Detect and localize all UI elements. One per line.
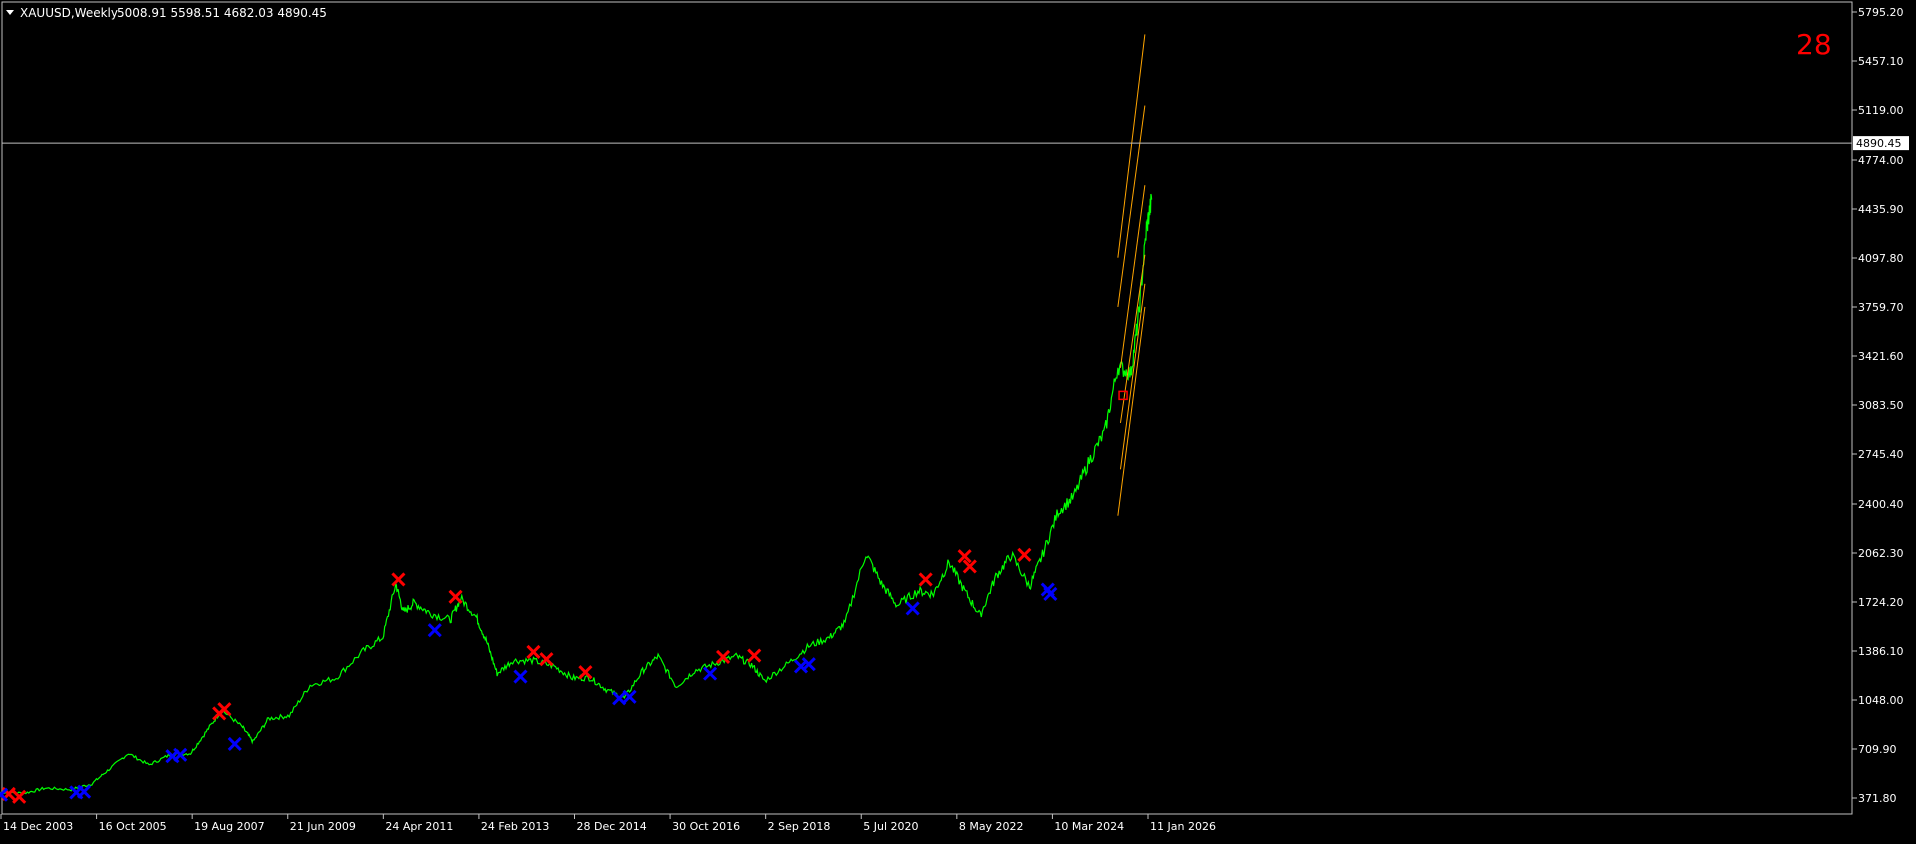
y-tick-label-3: 4774.00 <box>1858 154 1904 167</box>
y-tick-label-10: 2400.40 <box>1858 498 1904 511</box>
x-tick-label-4: 24 Apr 2011 <box>385 820 453 833</box>
y-tick-label-9: 2745.40 <box>1858 448 1904 461</box>
current-price-label: 4890.45 <box>1856 137 1902 150</box>
x-tick-label-7: 30 Oct 2016 <box>672 820 740 833</box>
x-tick-label-10: 8 May 2022 <box>959 820 1024 833</box>
y-tick-label-5: 4097.80 <box>1858 252 1904 265</box>
chart-background <box>0 0 1916 840</box>
y-tick-label-1: 5457.10 <box>1858 55 1904 68</box>
chart-area[interactable]: 5795.20 5457.10 5119.00 4774.00 4435.90 4097.… <box>0 0 1916 840</box>
ohlc-values: 5008.91 5598.51 4682.03 4890.45 <box>117 6 327 20</box>
x-tick-label-5: 24 Feb 2013 <box>481 820 549 833</box>
y-tick-label-15: 709.90 <box>1858 743 1897 756</box>
price-chart[interactable]: 5795.20 5457.10 5119.00 4774.00 4435.90 4097.… <box>0 0 1916 840</box>
counter-label: 28 <box>1796 28 1832 61</box>
x-tick-label-8: 2 Sep 2018 <box>768 820 831 833</box>
y-tick-label-7: 3421.60 <box>1858 350 1904 363</box>
y-tick-label-0: 5795.20 <box>1858 6 1904 19</box>
y-tick-label-12: 1724.20 <box>1858 596 1904 609</box>
y-tick-label-13: 1386.10 <box>1858 645 1904 658</box>
symbol-label: XAUUSD,Weekly <box>20 6 118 20</box>
y-tick-label-2: 5119.00 <box>1858 104 1904 117</box>
x-tick-label-11: 10 Mar 2024 <box>1054 820 1124 833</box>
y-tick-label-14: 1048.00 <box>1858 694 1904 707</box>
x-tick-label-6: 28 Dec 2014 <box>577 820 647 833</box>
x-tick-label-12: 11 Jan 2026 <box>1150 820 1216 833</box>
y-tick-label-4: 4435.90 <box>1858 203 1904 216</box>
y-tick-label-8: 3083.50 <box>1858 399 1904 412</box>
x-tick-label-2: 19 Aug 2007 <box>194 820 264 833</box>
x-tick-label-3: 21 Jun 2009 <box>290 820 356 833</box>
x-tick-label-0: 14 Dec 2003 <box>3 820 73 833</box>
y-tick-label-11: 2062.30 <box>1858 547 1904 560</box>
y-tick-label-6: 3759.70 <box>1858 301 1904 314</box>
x-tick-label-1: 16 Oct 2005 <box>99 820 167 833</box>
y-tick-label-16: 371.80 <box>1858 792 1897 805</box>
x-tick-label-9: 5 Jul 2020 <box>863 820 918 833</box>
